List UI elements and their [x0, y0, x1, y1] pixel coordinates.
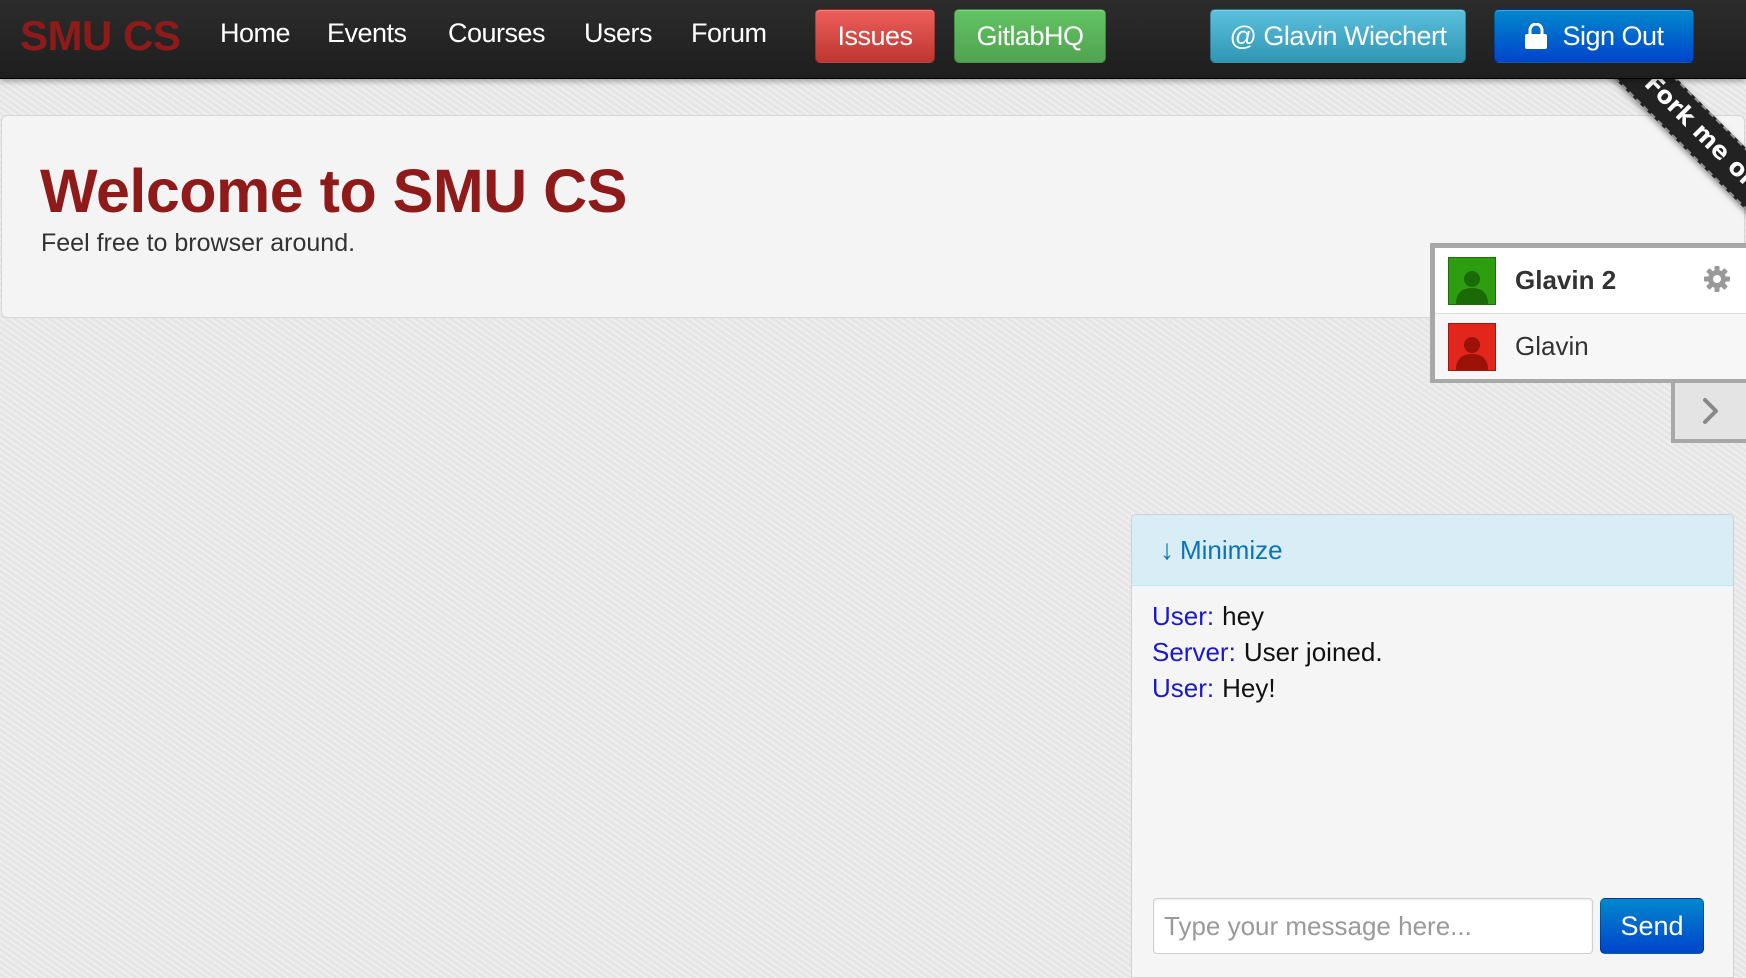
- message-text: Hey!: [1222, 673, 1276, 703]
- message-text: User joined.: [1243, 637, 1383, 667]
- user-icon: [1456, 270, 1488, 304]
- chevron-right-icon: [1702, 398, 1718, 424]
- message-author: User:: [1152, 601, 1215, 631]
- chat-message: User: Hey!: [1152, 670, 1383, 706]
- user-list-item[interactable]: Glavin 2: [1435, 248, 1746, 314]
- nav-link-users[interactable]: Users: [584, 18, 653, 49]
- user-avatar-offline: [1448, 322, 1496, 371]
- message-text: hey: [1222, 601, 1265, 631]
- nav-link-home[interactable]: Home: [220, 18, 291, 49]
- page-title: Welcome to SMU CS: [40, 157, 627, 225]
- chat-message: Server: User joined.: [1152, 634, 1383, 670]
- minimize-label: Minimize: [1180, 534, 1283, 565]
- user-name: Glavin 2: [1515, 265, 1617, 295]
- fork-me-ribbon[interactable]: Fork me on GitH: [1592, 78, 1746, 268]
- nav-link-courses[interactable]: Courses: [448, 18, 546, 49]
- message-author: User:: [1152, 673, 1215, 703]
- chat-messages: User: hey Server: User joined. User: Hey!: [1152, 598, 1383, 706]
- top-navbar: SMU CS Home Events Courses Users Forum I…: [0, 0, 1746, 79]
- brand-logo-link[interactable]: SMU CS: [20, 12, 181, 60]
- sign-out-label: Sign Out: [1562, 20, 1664, 51]
- message-author: Server:: [1152, 637, 1236, 667]
- chat-message-input[interactable]: [1153, 898, 1593, 954]
- issues-button[interactable]: Issues: [815, 9, 935, 63]
- chat-panel: ↓ Minimize User: hey Server: User joined. …: [1131, 514, 1734, 978]
- online-users-panel: Glavin 2 Glavin: [1430, 243, 1746, 383]
- fork-ribbon-container: Fork me on GitH: [1440, 78, 1746, 268]
- arrow-down-icon: ↓: [1160, 534, 1174, 565]
- send-button[interactable]: Send: [1600, 898, 1704, 954]
- gear-icon[interactable]: [1702, 264, 1732, 299]
- gitlabhq-button[interactable]: GitlabHQ: [954, 9, 1106, 63]
- user-list-item[interactable]: Glavin: [1435, 314, 1746, 379]
- chat-message: User: hey: [1152, 598, 1383, 634]
- page-subtitle: Feel free to browser around.: [41, 229, 356, 257]
- user-avatar-online: [1448, 256, 1496, 305]
- nav-link-forum[interactable]: Forum: [691, 18, 767, 49]
- user-name: Glavin: [1515, 331, 1589, 361]
- user-icon: [1456, 336, 1488, 370]
- collapse-userlist-button[interactable]: [1671, 383, 1746, 443]
- lock-icon: [1524, 23, 1548, 49]
- nav-link-events[interactable]: Events: [327, 18, 407, 49]
- sign-out-button[interactable]: Sign Out: [1494, 9, 1694, 63]
- current-user-button[interactable]: @ Glavin Wiechert: [1210, 9, 1466, 63]
- chat-minimize-bar[interactable]: ↓ Minimize: [1132, 515, 1733, 586]
